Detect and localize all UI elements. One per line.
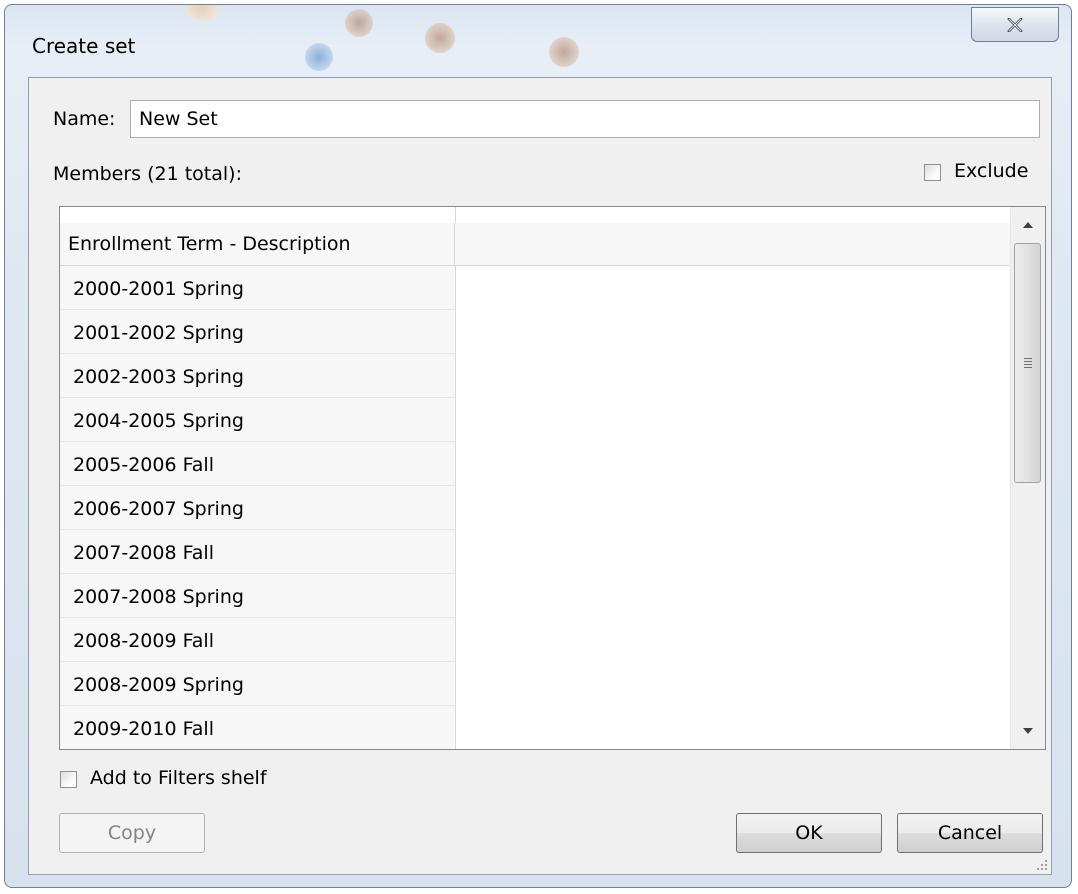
members-label: Members (21 total): [53,163,242,185]
add-to-filters-label[interactable]: Add to Filters shelf [90,767,267,789]
name-label: Name: [53,108,116,130]
glass-decoration [549,37,579,67]
cancel-button[interactable]: Cancel [897,813,1043,853]
glass-decoration [345,9,373,37]
glass-decoration [305,43,333,71]
scrollbar-thumb[interactable] [1014,243,1041,483]
dialog-client-area: Name: Members (21 total): Exclude Enroll… [28,77,1052,875]
copy-button[interactable]: Copy [59,813,205,853]
close-x-icon [1007,17,1023,32]
create-set-dialog: Create set Name: Members (21 total): Exc… [4,4,1072,888]
list-item[interactable]: 2007-2008 Spring [60,574,456,618]
vertical-scrollbar[interactable] [1010,207,1045,749]
grid-header-row: Enrollment Term - Description [60,223,1010,266]
list-item[interactable]: 2000-2001 Spring [60,266,456,310]
glass-decoration [185,5,219,21]
name-input[interactable] [130,100,1040,138]
member-list: 2000-2001 Spring 2001-2002 Spring 2002-200… [60,266,456,749]
list-item[interactable]: 2009-2010 Fall [60,706,456,749]
column-header-enrollment-term[interactable]: Enrollment Term - Description [60,223,455,265]
add-to-filters-checkbox[interactable] [60,771,77,788]
exclude-checkbox[interactable] [924,164,941,181]
grid-top-strip [60,207,1010,223]
list-item[interactable]: 2001-2002 Spring [60,310,456,354]
list-item[interactable]: 2004-2005 Spring [60,398,456,442]
exclude-label[interactable]: Exclude [954,160,1028,182]
members-grid[interactable]: Enrollment Term - Description 2000-2001 … [59,206,1046,750]
list-item[interactable]: 2006-2007 Spring [60,486,456,530]
dialog-title: Create set [32,34,136,58]
resize-grip-icon[interactable] [1033,856,1047,870]
list-item[interactable]: 2005-2006 Fall [60,442,456,486]
list-item[interactable]: 2008-2009 Spring [60,662,456,706]
scroll-down-arrow-icon[interactable] [1011,713,1045,749]
glass-decoration [425,23,455,53]
scroll-up-arrow-icon[interactable] [1011,207,1045,243]
list-item[interactable]: 2007-2008 Fall [60,530,456,574]
list-item[interactable]: 2002-2003 Spring [60,354,456,398]
close-button[interactable] [971,7,1059,42]
ok-button[interactable]: OK [736,813,882,853]
grip-icon [1023,358,1032,368]
list-item[interactable]: 2008-2009 Fall [60,618,456,662]
